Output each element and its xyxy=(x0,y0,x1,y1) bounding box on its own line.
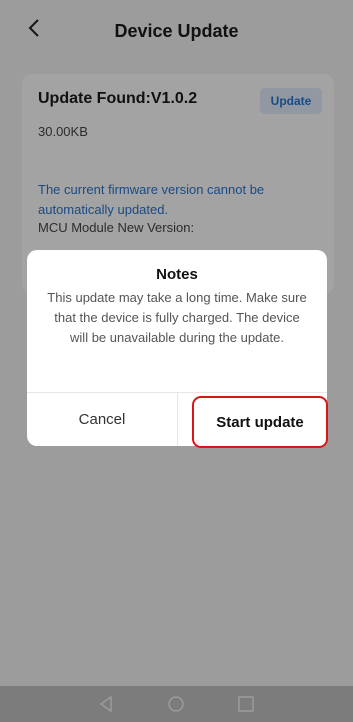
dialog-title: Notes xyxy=(156,266,198,283)
recents-square-icon[interactable] xyxy=(236,694,256,714)
start-update-button[interactable]: Start update xyxy=(192,396,328,448)
cancel-button[interactable]: Cancel xyxy=(27,393,177,446)
button-divider xyxy=(177,392,178,446)
back-triangle-icon[interactable] xyxy=(96,694,116,714)
home-circle-icon[interactable] xyxy=(166,694,186,714)
dialog-message: This update may take a long time. Make s… xyxy=(47,290,307,345)
notes-dialog: Notes This update may take a long time. … xyxy=(27,250,328,448)
system-nav-bar xyxy=(0,686,353,722)
